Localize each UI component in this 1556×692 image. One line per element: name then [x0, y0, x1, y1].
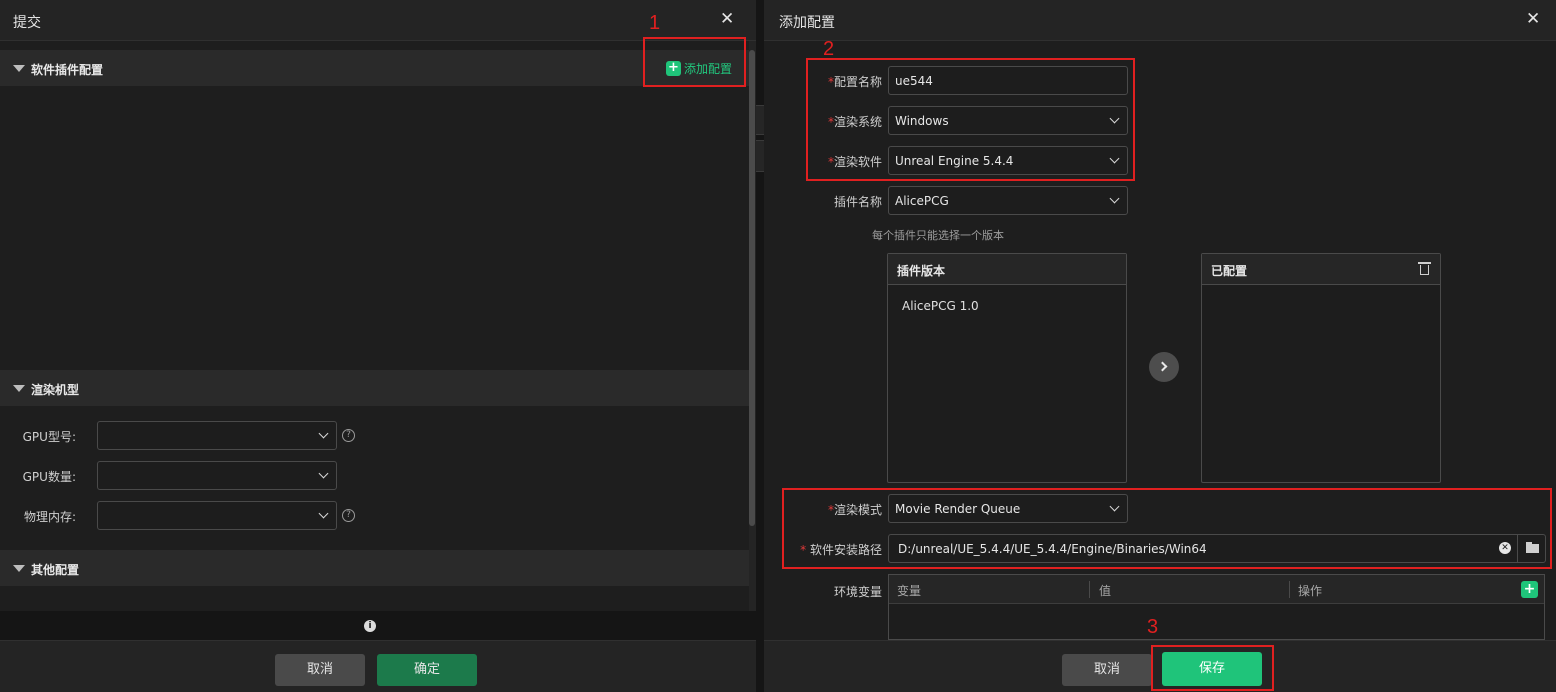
gpu-count-select[interactable]	[97, 461, 337, 490]
plugin-name-select[interactable]: AlicePCG	[888, 186, 1128, 215]
gpu-model-label: GPU型号:	[22, 430, 76, 444]
annotation-box-1	[643, 37, 746, 87]
configured-header: 已配置	[1202, 254, 1440, 285]
plugin-version-hint: 每个插件只能选择一个版本	[872, 229, 1004, 242]
env-col-action: 操作	[1298, 584, 1323, 598]
submit-close-icon[interactable]: ✕	[720, 9, 734, 29]
chevron-down-icon	[318, 508, 329, 519]
collapse-triangle-icon	[13, 385, 25, 392]
gpu-model-select[interactable]	[97, 421, 337, 450]
add-config-dialog-header	[764, 0, 1556, 41]
plugin-version-header: 插件版本	[888, 254, 1126, 285]
plugin-name-value: AlicePCG	[895, 194, 949, 208]
trash-icon[interactable]	[1418, 262, 1431, 275]
annotation-number-2: 2	[823, 38, 835, 60]
memory-label: 物理内存:	[23, 510, 76, 524]
section-render-model[interactable]: 渲染机型	[0, 370, 749, 406]
collapse-triangle-icon	[13, 65, 25, 72]
submit-dialog-title: 提交	[13, 15, 41, 31]
configured-list: 已配置	[1201, 253, 1441, 483]
annotation-number-3: 3	[1147, 616, 1159, 638]
help-icon[interactable]: ?	[342, 509, 355, 522]
chevron-right-icon	[1157, 361, 1168, 372]
chevron-down-icon	[1109, 193, 1120, 204]
cancel-button[interactable]: 取消	[1062, 654, 1152, 686]
info-icon[interactable]: i	[364, 620, 376, 632]
plugin-name-label: 插件名称	[833, 195, 882, 209]
help-icon[interactable]: ?	[342, 429, 355, 442]
submit-dialog	[0, 0, 756, 692]
annotation-box-3	[1151, 645, 1274, 691]
submit-dialog-header	[0, 0, 756, 41]
configured-title: 已配置	[1211, 264, 1248, 278]
section-software-plugin[interactable]: 软件插件配置	[0, 50, 749, 86]
env-col-variable: 变量	[897, 584, 922, 598]
annotation-number-1: 1	[649, 12, 661, 34]
chevron-down-icon	[318, 428, 329, 439]
env-vars-header: 变量 值 操作 +	[889, 575, 1544, 604]
env-vars-table: 变量 值 操作 +	[888, 574, 1545, 640]
confirm-button[interactable]: 确定	[377, 654, 477, 686]
env-vars-label: 环境变量	[833, 585, 882, 599]
plugin-version-item[interactable]: AlicePCG 1.0	[902, 299, 979, 313]
section-title: 渲染机型	[31, 383, 80, 397]
section-title: 软件插件配置	[31, 63, 104, 77]
panel-divider	[756, 0, 764, 692]
background-fragment	[756, 140, 764, 172]
annotation-box-2	[806, 58, 1135, 181]
gpu-count-label: GPU数量:	[22, 470, 76, 484]
add-config-dialog-title: 添加配置	[779, 15, 835, 31]
collapse-triangle-icon	[13, 565, 25, 572]
plugin-version-list: 插件版本 AlicePCG 1.0	[887, 253, 1127, 483]
info-strip	[0, 611, 756, 640]
scrollbar-thumb[interactable]	[749, 50, 755, 526]
env-col-value: 值	[1099, 584, 1112, 598]
section-title: 其他配置	[31, 563, 80, 577]
section-other[interactable]: 其他配置	[0, 550, 749, 586]
plugin-version-title: 插件版本	[897, 264, 946, 278]
cancel-button[interactable]: 取消	[275, 654, 365, 686]
chevron-down-icon	[318, 468, 329, 479]
memory-select[interactable]	[97, 501, 337, 530]
add-config-close-icon[interactable]: ✕	[1526, 9, 1540, 29]
add-env-var-icon[interactable]: +	[1521, 581, 1538, 598]
annotation-box-region	[782, 488, 1552, 569]
transfer-right-button[interactable]	[1149, 352, 1179, 382]
background-fragment	[756, 105, 764, 135]
